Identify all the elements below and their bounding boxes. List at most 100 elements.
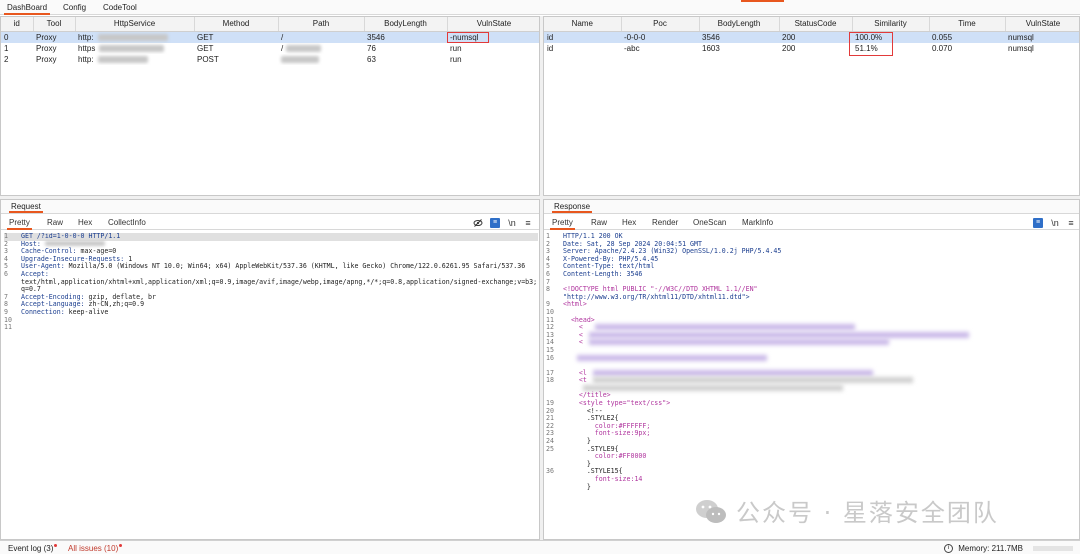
tab-config[interactable]: Config — [60, 2, 89, 15]
cell-method: POST — [197, 54, 219, 64]
code-line: 18 <t — [546, 376, 1078, 385]
watermark-text: 公众号 · 星落安全团队 — [736, 499, 999, 527]
code-text: < — [563, 338, 583, 347]
main-tab-bar: DashBoard Config CodeTool — [0, 0, 1080, 15]
tab-markinfo[interactable]: MarkInfo — [740, 217, 775, 230]
code-text: <html> — [563, 300, 587, 309]
redacted-blur — [97, 33, 168, 41]
col-similarity[interactable]: Similarity — [852, 17, 930, 32]
service-text: https — [78, 43, 96, 53]
tab-pretty[interactable]: Pretty — [7, 217, 32, 230]
menu-icon[interactable]: ≡ — [523, 218, 533, 228]
payload-results-panel: Name Poc BodyLength StatusCode Similarit… — [543, 16, 1080, 196]
cell-body: 3546 — [364, 31, 447, 43]
tab-onescan[interactable]: OneScan — [691, 217, 728, 230]
line-number: 8 — [546, 285, 550, 294]
col-httpservice[interactable]: HttpService — [75, 17, 195, 32]
notification-dot — [54, 544, 58, 547]
header-key: Accept: — [21, 269, 49, 278]
header-value: Mozilla/5.0 (Windows NT 10.0; Win64; x64… — [64, 262, 526, 271]
col-path[interactable]: Path — [278, 17, 365, 32]
memory-label: Memory: 211.7MB — [958, 544, 1023, 553]
redacted-blur — [583, 384, 843, 391]
tab-dashboard[interactable]: DashBoard — [4, 2, 51, 15]
tab-render[interactable]: Render — [650, 217, 680, 230]
newline-icon[interactable]: \n — [507, 218, 517, 228]
code-line: 11 — [4, 324, 538, 332]
event-log-label: Event log (3) — [8, 544, 54, 553]
info-icon: i — [944, 544, 953, 554]
cell-tool: Proxy — [36, 54, 57, 64]
col-poc[interactable]: Poc — [621, 17, 700, 32]
code-line: } — [546, 482, 1078, 492]
code-line: 11 <head> — [546, 316, 1078, 325]
request-title-label: Request — [9, 202, 43, 213]
cell-body: 1603 — [702, 43, 720, 53]
code-line: color:#FF0000 — [546, 453, 1078, 461]
table-row[interactable]: id -abc 1603 200 51.1% 0.070 numsql — [544, 43, 1079, 54]
col-bodylength[interactable]: BodyLength — [699, 17, 780, 32]
newline-icon[interactable]: \n — [1050, 218, 1060, 228]
cell-poc: -0-0-0 — [621, 31, 699, 43]
col-bodylength[interactable]: BodyLength — [364, 17, 448, 32]
header-key: Connection: — [21, 307, 65, 316]
col-vulnstate[interactable]: VulnState — [1005, 17, 1079, 32]
line-number: 11 — [4, 323, 12, 332]
table-row[interactable]: 1 Proxy https GET / 76 run — [1, 43, 539, 54]
tab-codetool[interactable]: CodeTool — [100, 2, 140, 15]
col-tool[interactable]: Tool — [33, 17, 76, 32]
col-vulnstate[interactable]: VulnState — [447, 17, 539, 32]
eye-off-icon[interactable] — [473, 218, 483, 228]
tab-raw[interactable]: Raw — [45, 217, 65, 230]
line-number: 18 — [546, 376, 554, 385]
tab-collectinfo[interactable]: CollectInfo — [106, 217, 148, 230]
table-row[interactable]: 0 Proxy http: GET / 3546 -numsql — [1, 31, 539, 43]
wrap-icon[interactable]: ≡ — [1033, 218, 1043, 228]
cell-body: 76 — [367, 43, 376, 53]
all-issues-link[interactable]: All issues (10) — [68, 544, 123, 553]
col-name[interactable]: Name — [544, 17, 622, 32]
table-row[interactable]: 2 Proxy http: POST 63 run — [1, 54, 539, 65]
col-statuscode[interactable]: StatusCode — [779, 17, 853, 32]
code-line: 9 <html> — [546, 301, 1078, 309]
cell-tool: Proxy — [36, 43, 57, 53]
cell-vuln: run — [450, 43, 462, 53]
tab-hex[interactable]: Hex — [620, 217, 638, 230]
code-line: 14 < — [546, 339, 1078, 347]
wrap-icon[interactable]: ≡ — [490, 218, 500, 228]
tab-raw[interactable]: Raw — [589, 217, 609, 230]
code-line: 9 Connection: keep-alive — [4, 307, 538, 317]
cell-vuln: numsql — [1008, 43, 1034, 53]
cell-status: 200 — [779, 31, 852, 43]
cell-name: id — [547, 43, 554, 53]
code-line: 15 — [546, 346, 1078, 355]
redacted-blur — [99, 44, 165, 52]
response-panel: Response Pretty Raw Hex Render OneScan M… — [543, 199, 1080, 540]
col-id[interactable]: id — [1, 17, 34, 32]
redacted-blur — [588, 331, 969, 338]
all-issues-label: All issues (10) — [68, 544, 119, 553]
response-title: Response — [544, 200, 1079, 214]
event-log-link[interactable]: Event log (3) — [8, 544, 58, 553]
payload-results-table: Name Poc BodyLength StatusCode Similarit… — [544, 17, 1079, 54]
menu-icon[interactable]: ≡ — [1066, 218, 1076, 228]
tab-hex[interactable]: Hex — [76, 217, 94, 230]
memory-indicator: i Memory: 211.7MB — [944, 544, 1023, 554]
tab-pretty[interactable]: Pretty — [550, 217, 575, 230]
cell-service: http: — [75, 31, 194, 43]
col-method[interactable]: Method — [194, 17, 279, 32]
code-text: } — [563, 482, 591, 491]
history-table: id Tool HttpService Method Path BodyLeng… — [1, 17, 539, 65]
line-number: 36 — [546, 467, 554, 476]
table-row[interactable]: id -0-0-0 3546 200 100.0% 0.055 numsql — [544, 31, 1079, 43]
col-time[interactable]: Time — [929, 17, 1006, 32]
code-text: "http://www.w3.org/TR/xhtml11/DTD/xhtml1… — [563, 292, 750, 301]
code-line — [546, 384, 1078, 393]
line-number: 25 — [546, 444, 554, 453]
code-line: 5 User-Agent: Mozilla/5.0 (Windows NT 10.… — [4, 263, 538, 271]
service-text: http: — [78, 32, 94, 42]
redacted-blur — [577, 354, 767, 361]
cell-body: 3546 — [699, 31, 779, 43]
request-editor[interactable]: 1 GET /?id=1-0-0-0 HTTP/1.1 2 Host: 3 Cache… — [4, 233, 538, 533]
